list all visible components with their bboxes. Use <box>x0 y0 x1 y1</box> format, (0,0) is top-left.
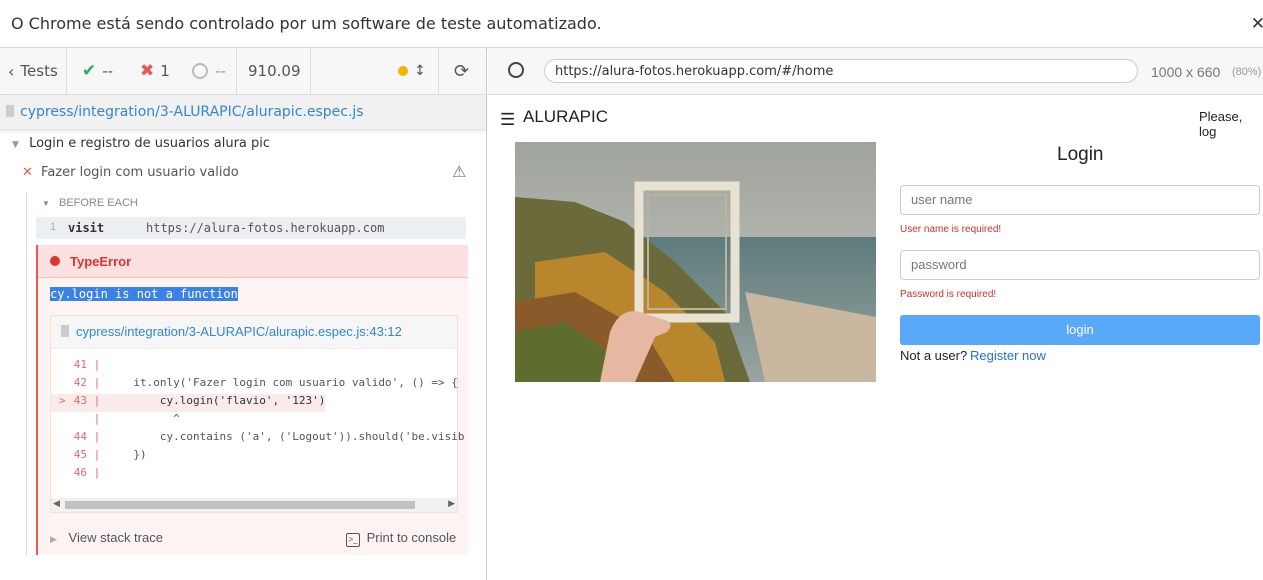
caret-right-icon: ▶ <box>50 534 57 544</box>
zoom-level: (80%) <box>1232 66 1262 78</box>
view-stack-trace[interactable]: ▶ View stack trace <box>50 530 163 545</box>
code-line: | ^ <box>87 412 180 425</box>
passed-count: ✔ -- <box>82 61 114 81</box>
scrollbar-thumb[interactable] <box>65 501 415 509</box>
code-line: >43 | cy.login('flavio', '123') <box>51 394 326 412</box>
code-line-number: 41 <box>73 358 87 371</box>
command-visit[interactable]: 1 visit https://alura-fotos.herokuapp.co… <box>36 217 466 239</box>
print-to-console-button[interactable]: >_ Print to console <box>346 530 456 547</box>
terminal-icon: >_ <box>346 533 360 547</box>
app-viewport: ☰ ALURAPIC Please, log Login user name U… <box>488 96 1263 580</box>
runner-toolbar: ‹ Tests ✔ -- ✖ 1 -- 910.09 ↕ ⟳ <box>0 48 486 95</box>
error-header: TypeError <box>38 245 468 278</box>
register-link[interactable]: Register now <box>970 348 1046 363</box>
error-type: TypeError <box>70 254 132 269</box>
not-user-text: Not a user? <box>900 348 968 363</box>
brand[interactable]: ALURAPIC <box>523 107 608 127</box>
code-frame: cypress/integration/3-ALURAPIC/alurapic.… <box>50 315 465 513</box>
chevron-left-icon: ‹ <box>8 61 15 81</box>
duration: 910.09 <box>248 62 301 80</box>
spec-path[interactable]: cypress/integration/3-ALURAPIC/alurapic.… <box>20 104 364 120</box>
code-line: 45 | }) <box>51 448 147 466</box>
username-error: User name is required! <box>900 224 1002 235</box>
arrows-vertical-icon: ↕ <box>414 63 426 79</box>
code-line: 41 | <box>51 358 107 376</box>
scroll-right-icon[interactable]: ▶ <box>448 498 455 509</box>
suite-title[interactable]: ▼ Login e registro de usuarios alura pic <box>12 136 270 151</box>
login-button[interactable]: login <box>900 315 1260 345</box>
code-line-number: 43 <box>73 394 87 407</box>
restart-button[interactable]: ⟳ <box>454 48 469 94</box>
greeting: Please, log <box>1199 109 1243 139</box>
file-icon <box>6 105 14 117</box>
reload-icon: ⟳ <box>454 60 470 82</box>
spec-path-bar: cypress/integration/3-ALURAPIC/alurapic.… <box>0 95 486 130</box>
close-icon[interactable]: ✕ <box>1251 14 1263 34</box>
test-title[interactable]: ✕ Fazer login com usuario valido <box>22 165 239 180</box>
horizontal-scrollbar[interactable]: ◀ ▶ <box>51 498 457 512</box>
error-message: cy.login is not a function <box>50 287 238 301</box>
code-line-number: 42 <box>73 376 87 389</box>
test-runner-panel: ‹ Tests ✔ -- ✖ 1 -- 910.09 ↕ ⟳ cypress/i… <box>0 48 487 580</box>
hero-photo <box>515 142 876 382</box>
username-input[interactable]: user name <box>900 185 1260 215</box>
tests-label: Tests <box>20 62 58 80</box>
crosshair-icon[interactable] <box>508 62 524 78</box>
code-line-text: cy.login('flavio', '123') <box>106 394 326 407</box>
pending-circle-icon <box>192 63 208 79</box>
code-line: 44 | cy.contains ('a', ('Logout')).shoul… <box>51 430 465 448</box>
code-line-number: 46 <box>73 466 87 479</box>
error-circle-icon <box>50 256 60 266</box>
failed-count: ✖ 1 <box>140 61 170 81</box>
code-line-number: 44 <box>73 430 87 443</box>
url-bar: https://alura-fotos.herokuapp.com/#/home… <box>488 48 1263 95</box>
code-line-text: }) <box>106 448 147 461</box>
tests-button[interactable]: ‹ Tests <box>8 48 58 94</box>
password-input[interactable]: password <box>900 250 1260 280</box>
caret-down-icon: ▼ <box>42 199 50 208</box>
scroll-left-icon[interactable]: ◀ <box>53 498 60 509</box>
x-icon: ✖ <box>140 61 155 81</box>
code-line-text: it.only('Fazer login com usuario valido'… <box>106 376 458 389</box>
code-line-marker: > <box>59 394 66 407</box>
auto-scroll-toggle[interactable]: ↕ <box>398 48 426 94</box>
warning-icon: ⚠ <box>452 164 467 181</box>
hook-before-each[interactable]: ▼ BEFORE EACH <box>42 197 138 209</box>
code-line: 46 | <box>51 466 107 484</box>
infobar-message: O Chrome está sendo controlado por um so… <box>11 14 602 33</box>
error-file-link[interactable]: cypress/integration/3-ALURAPIC/alurapic.… <box>76 324 402 339</box>
login-title: Login <box>1057 144 1104 165</box>
url-input[interactable]: https://alura-fotos.herokuapp.com/#/home <box>544 59 1138 83</box>
code-line-number: 45 <box>73 448 87 461</box>
password-error: Password is required! <box>900 289 997 300</box>
automation-infobar: O Chrome está sendo controlado por um so… <box>0 0 1263 48</box>
code-line-text: cy.contains ('a', ('Logout')).should('be… <box>106 430 465 443</box>
viewport-size: 1000 x 660 <box>1151 64 1221 80</box>
fail-x-icon: ✕ <box>22 165 33 180</box>
status-dot-icon <box>398 66 408 76</box>
hamburger-icon[interactable]: ☰ <box>500 110 515 130</box>
error-panel: TypeError cy.login is not a function cyp… <box>36 245 468 555</box>
code-line-text: ^ <box>106 412 180 425</box>
code-line: 42 | it.only('Fazer login com usuario va… <box>51 376 458 394</box>
app-preview-panel: https://alura-fotos.herokuapp.com/#/home… <box>488 48 1263 580</box>
caret-down-icon: ▼ <box>12 140 19 150</box>
file-icon <box>61 325 69 337</box>
check-icon: ✔ <box>82 61 97 81</box>
pending-count: -- <box>192 48 226 94</box>
